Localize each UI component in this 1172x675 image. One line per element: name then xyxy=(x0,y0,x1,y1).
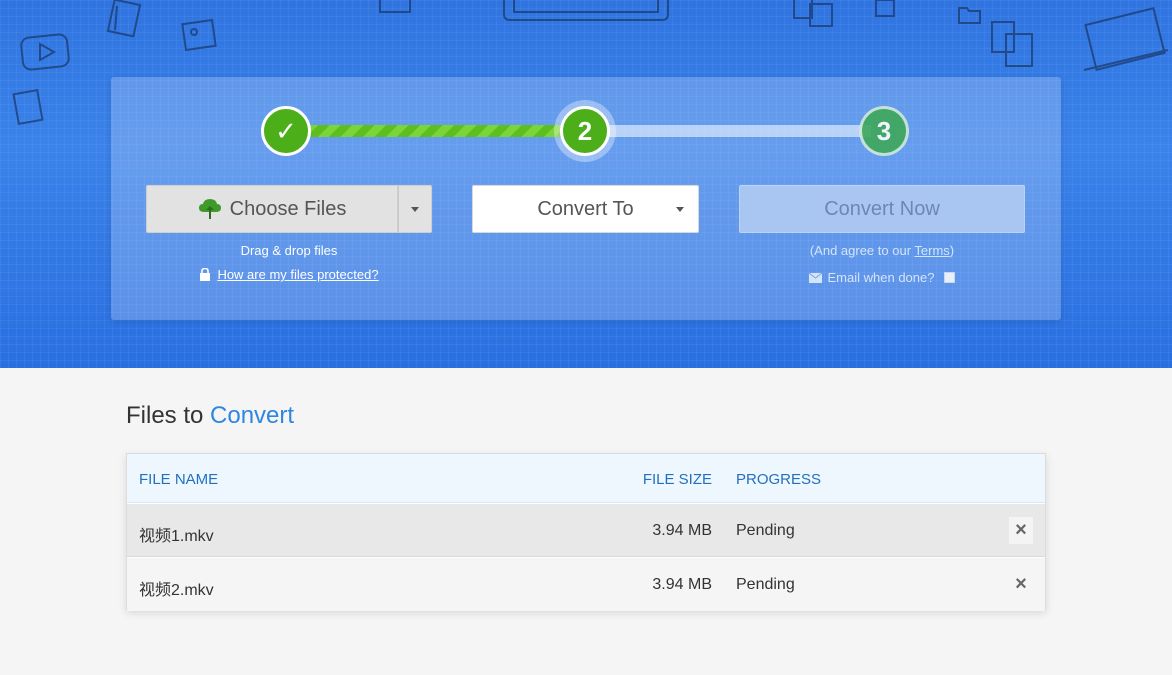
folder-doodle-icon xyxy=(958,7,981,24)
column-header-file-size: FILE SIZE xyxy=(642,471,712,488)
choose-files-dropdown-button[interactable] xyxy=(398,185,432,233)
email-label: Email when done? xyxy=(827,270,935,285)
remove-file-button[interactable]: × xyxy=(1009,571,1033,598)
file-doodle-icon xyxy=(12,88,44,126)
close-icon: × xyxy=(1015,519,1027,541)
lock-icon xyxy=(200,268,211,281)
remove-file-button[interactable]: × xyxy=(1009,517,1033,544)
photo-doodle-icon xyxy=(875,0,895,17)
cloud-upload-icon xyxy=(198,198,222,220)
step-1-indicator: ✓ xyxy=(261,106,311,156)
title-prefix: Files to xyxy=(126,402,211,429)
files-protected-link[interactable]: How are my files protected? xyxy=(217,267,378,282)
film-doodle-icon xyxy=(106,0,142,38)
converter-panel: ✓ 2 3 Choose Files Convert To Convert No… xyxy=(111,77,1061,320)
agree-prefix: (And agree to our xyxy=(809,243,915,258)
column-header-file-name: FILE NAME xyxy=(139,471,219,488)
play-doodle-icon xyxy=(20,33,70,71)
terms-agreement: (And agree to our Terms) xyxy=(739,243,1025,258)
progress-track-complete xyxy=(307,125,589,137)
step-2-indicator: 2 xyxy=(560,106,610,156)
copy-doodle-icon xyxy=(793,0,833,27)
files-section-title: Files to Convert xyxy=(126,402,294,430)
progress-cell: Pending xyxy=(736,576,795,593)
title-accent: Convert xyxy=(210,402,295,429)
terms-link[interactable]: Terms xyxy=(914,243,949,258)
close-icon: × xyxy=(1015,573,1027,595)
progress-track-pending xyxy=(601,125,871,137)
table-row: 视频1.mkv 3.94 MB Pending × xyxy=(127,504,1045,557)
laptop-doodle-icon xyxy=(1083,7,1169,71)
file-name-cell: 视频1.mkv xyxy=(139,528,214,545)
file-name-cell: 视频2.mkv xyxy=(139,582,214,599)
step-3-indicator: 3 xyxy=(859,106,909,156)
convert-now-label: Convert Now xyxy=(824,197,940,220)
file-size-cell: 3.94 MB xyxy=(652,522,712,539)
checkmark-icon: ✓ xyxy=(275,115,297,146)
hero-banner: ✓ 2 3 Choose Files Convert To Convert No… xyxy=(0,0,1172,368)
image-doodle-icon xyxy=(181,18,217,52)
email-checkbox[interactable] xyxy=(944,272,956,283)
table-row: 视频2.mkv 3.94 MB Pending × xyxy=(127,558,1045,611)
email-when-done: Email when done? xyxy=(739,270,1025,285)
step-2-number: 2 xyxy=(577,115,593,146)
convert-to-label: Convert To xyxy=(537,197,634,220)
agree-suffix: ) xyxy=(949,243,955,258)
monitor-doodle-icon xyxy=(503,0,669,21)
caret-down-icon xyxy=(411,206,419,212)
progress-cell: Pending xyxy=(736,522,795,539)
choose-files-label: Choose Files xyxy=(229,197,347,220)
convert-to-select[interactable]: Convert To xyxy=(472,185,699,233)
file-size-cell: 3.94 MB xyxy=(652,576,712,593)
convert-now-button[interactable]: Convert Now xyxy=(739,185,1025,233)
envelope-icon xyxy=(808,272,822,283)
clipboard-doodle-icon xyxy=(991,21,1033,67)
protection-info: How are my files protected? xyxy=(146,267,432,282)
table-header: FILE NAME FILE SIZE PROGRESS xyxy=(127,454,1045,503)
drag-drop-hint: Drag & drop files xyxy=(240,243,338,258)
small-doodle-icon xyxy=(379,0,411,13)
files-table: FILE NAME FILE SIZE PROGRESS 视频1.mkv 3.9… xyxy=(126,453,1046,611)
column-header-progress: PROGRESS xyxy=(736,471,822,488)
caret-down-icon xyxy=(676,207,684,212)
choose-files-button[interactable]: Choose Files xyxy=(146,185,398,233)
step-3-number: 3 xyxy=(876,115,892,146)
